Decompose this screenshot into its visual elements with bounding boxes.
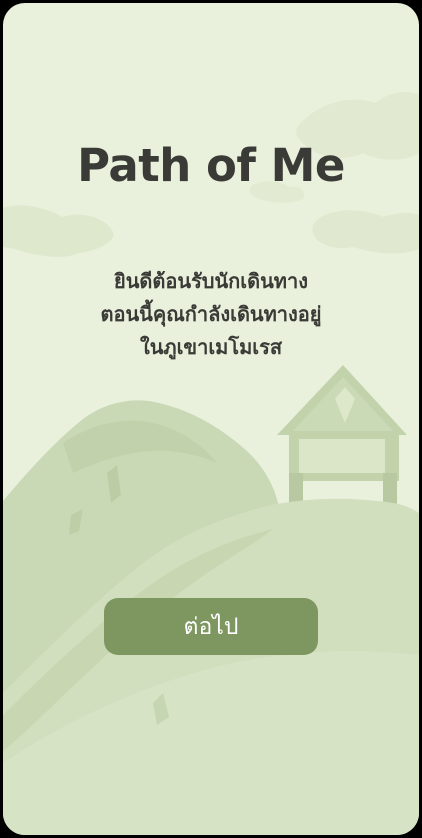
app-title: Path of Me (77, 139, 345, 192)
mountain-background-illustration (3, 92, 419, 835)
welcome-line-1: ยินดีต้อนรับนักเดินทาง (114, 269, 308, 293)
welcome-line-3: ในภูเขาเมโมเรส (139, 335, 283, 359)
welcome-line-2: ตอนนี้คุณกำลังเดินทางอยู่ (100, 302, 322, 326)
phone-screen: Path of Me ยินดีต้อนรับนักเดินทาง ตอนนี้… (3, 3, 419, 835)
cloud-left (3, 205, 114, 257)
welcome-message: ยินดีต้อนรับนักเดินทาง ตอนนี้คุณกำลังเดิ… (3, 265, 419, 364)
next-button[interactable]: ต่อไป (104, 598, 318, 655)
hut-illustration (277, 365, 407, 509)
cloud-right-low (312, 210, 419, 254)
